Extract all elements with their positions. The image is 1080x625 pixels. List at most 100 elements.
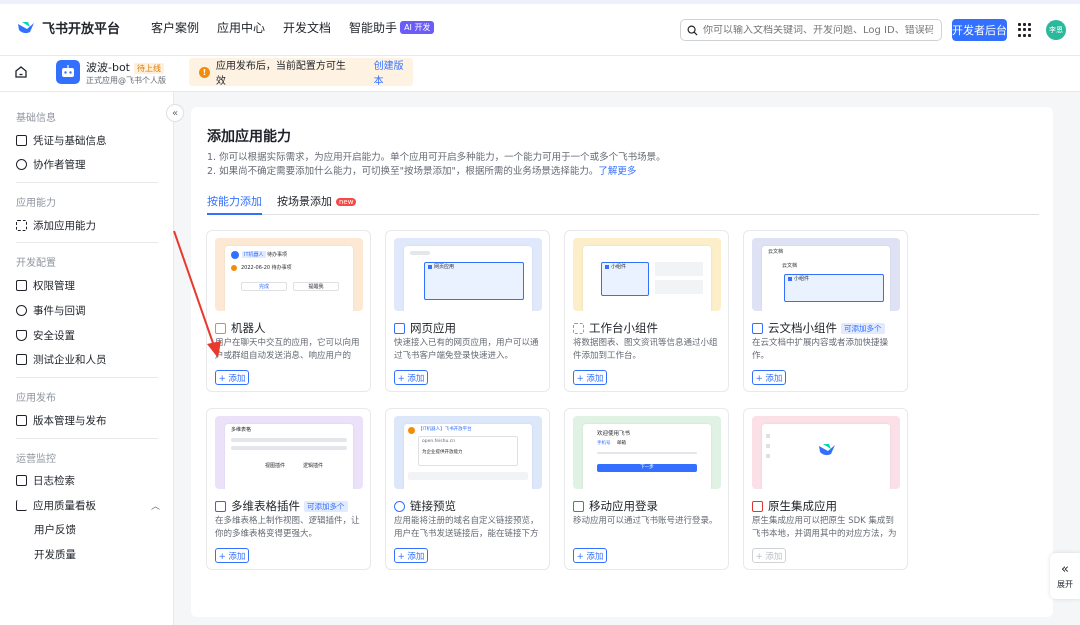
code-icon <box>16 354 27 365</box>
sidebar-item-add-capability[interactable]: 添加应用能力 <box>16 218 96 233</box>
sidebar-item-events[interactable]: 事件与回调 <box>16 303 86 318</box>
tab-by-scenario[interactable]: 按场景添加 new <box>277 193 357 209</box>
mobile-icon <box>573 500 584 512</box>
card-doc-widget[interactable]: 云文档 云文档 小组件 云文档小组件 可添加多个 在云文档中扩展内容或者添加快捷操… <box>743 230 908 392</box>
thumb-link-title: 【IT机器人】飞书开放平台 <box>418 427 472 432</box>
card-robot[interactable]: IT机器人 待办事项 2022-06-20 待办事项 完成 提醒我 机器人 用户… <box>206 230 371 392</box>
sidebar-item-log-search[interactable]: 日志检索 <box>16 473 75 488</box>
card-workplace-widget[interactable]: 小组件 工作台小组件 将数据图表、图文资讯等信息通过小组件添加到工作台。 + 添… <box>564 230 729 392</box>
sidebar-item-label: 凭证与基础信息 <box>33 135 107 147</box>
grid-plus-icon <box>16 220 27 231</box>
doc-widget-thumbnail: 云文档 云文档 小组件 <box>752 238 900 311</box>
card-native-integration[interactable]: 原生集成应用 原生集成应用可以把原生 SDK 集成到飞书本地，并调用其中的对应方… <box>743 408 908 570</box>
apps-grid-icon[interactable] <box>1018 23 1032 37</box>
multi-tag: 可添加多个 <box>841 322 885 334</box>
thumb-bar <box>231 438 347 442</box>
nav-customer-cases[interactable]: 客户案例 <box>151 19 199 36</box>
thumb-placeholder <box>655 280 703 294</box>
sidebar-item-test-tenants[interactable]: 测试企业和人员 <box>16 352 107 367</box>
thumb-link-card: open.feishu.cn 为企业提供开放能力 <box>418 436 518 466</box>
add-workplace-widget-button[interactable]: + 添加 <box>573 370 607 385</box>
add-mobile-login-button[interactable]: + 添加 <box>573 548 607 563</box>
sidebar-item-quality-board[interactable]: 应用质量看板 <box>16 498 96 513</box>
sidebar-item-permissions[interactable]: 权限管理 <box>16 278 75 293</box>
sidebar-item-user-feedback[interactable]: 用户反馈 <box>34 522 76 537</box>
card-title: 网页应用 <box>394 320 456 336</box>
add-robot-button[interactable]: + 添加 <box>215 370 249 385</box>
sidebar-section-publish: 应用发布 <box>16 393 56 404</box>
search-box[interactable] <box>680 19 942 41</box>
card-title-label: 机器人 <box>231 321 266 335</box>
table-icon <box>215 500 226 512</box>
expand-label: 展开 <box>1057 580 1073 589</box>
add-doc-widget-button[interactable]: + 添加 <box>752 370 786 385</box>
card-web-app[interactable]: 网页应用 网页应用 快速接入已有的网页应用，用户可以通过飞书客户端免登录快速进入… <box>385 230 550 392</box>
brand-logo[interactable]: 飞书开放平台 <box>16 18 136 37</box>
expand-panel-button[interactable]: « 展开 <box>1050 553 1080 599</box>
thumb-base-plugin2: 逻辑插件 <box>303 463 324 469</box>
learn-more-link[interactable]: 了解更多 <box>598 166 636 177</box>
add-base-plugin-button[interactable]: + 添加 <box>215 548 249 563</box>
chevron-up-icon[interactable]: ︿ <box>151 499 160 512</box>
card-mobile-login[interactable]: 欢迎使用飞书 手机号 邮箱 下一步 移动应用登录 移动应用可以通过飞书账号进行登… <box>564 408 729 570</box>
card-base-plugin[interactable]: 多维表格 视图插件 逻辑插件 多维表格插件 可添加多个 在多维表格上制作视图、逻辑… <box>206 408 371 570</box>
card-title: 链接预览 <box>394 498 456 514</box>
sidebar-item-label: 添加应用能力 <box>33 220 96 232</box>
multi-tag: 可添加多个 <box>304 500 348 512</box>
sidebar-item-collaborators[interactable]: 协作者管理 <box>16 157 86 172</box>
search-input[interactable] <box>703 24 933 36</box>
thumb-window: 【IT机器人】飞书开放平台 open.feishu.cn 为企业提供开放能力 <box>404 424 532 489</box>
sidebar-divider <box>16 438 158 439</box>
thumb-robot-tag2: 待办事项 <box>267 252 288 258</box>
clock-icon <box>231 265 237 271</box>
page-title: 添加应用能力 <box>207 129 291 145</box>
thumb-widget-label: 小组件 <box>611 264 627 270</box>
app-header: 波波-bot 待上线 正式应用@飞书个人版 ! 应用发布后，当前配置方可生效 创建… <box>0 56 1080 92</box>
create-version-link[interactable]: 创建版本 <box>374 57 413 87</box>
tab-by-scenario-label: 按场景添加 <box>277 195 332 208</box>
sidebar-item-label: 安全设置 <box>33 330 75 342</box>
card-description: 原生集成应用可以把原生 SDK 集成到飞书本地，并调用其中的对应方法，为用户提.… <box>752 516 897 539</box>
nav-dev-docs[interactable]: 开发文档 <box>283 19 331 36</box>
sidebar-item-security[interactable]: 安全设置 <box>16 328 75 343</box>
add-web-app-button[interactable]: + 添加 <box>394 370 428 385</box>
card-title-label: 多维表格插件 <box>231 499 300 513</box>
add-native-integration-button[interactable]: + 添加 <box>752 548 786 563</box>
id-card-icon <box>16 135 27 146</box>
user-avatar[interactable]: 李恩 <box>1046 20 1066 40</box>
double-chevron-left-icon: « <box>1061 562 1069 577</box>
sidebar-divider <box>16 242 158 243</box>
home-icon[interactable] <box>14 65 28 79</box>
sidebar-item-label: 协作者管理 <box>33 159 86 171</box>
nav-app-center[interactable]: 应用中心 <box>217 19 265 36</box>
tab-by-capability[interactable]: 按能力添加 <box>207 193 262 215</box>
thumb-window: IT机器人 待办事项 2022-06-20 待办事项 完成 提醒我 <box>225 246 353 311</box>
add-link-preview-button[interactable]: + 添加 <box>394 548 428 563</box>
base-plugin-thumbnail: 多维表格 视图插件 逻辑插件 <box>215 416 363 489</box>
thumb-widget-block: 小组件 <box>601 262 649 296</box>
app-status-tag: 待上线 <box>134 63 164 74</box>
nav-ai-assistant[interactable]: 智能助手 AI 开发 <box>349 19 435 36</box>
card-title: 移动应用登录 <box>573 498 658 514</box>
thumb-input-bar <box>408 472 528 480</box>
card-title: 原生集成应用 <box>752 498 837 514</box>
sidebar-divider <box>16 377 158 378</box>
thumb-mobile-tab2: 邮箱 <box>617 441 626 446</box>
thumb-webview-block: 网页应用 <box>424 262 524 300</box>
thumb-mobile-tab1: 手机号 <box>597 441 611 446</box>
thumb-base-header: 多维表格 <box>231 427 252 433</box>
robot-icon <box>215 322 226 334</box>
thumb-input-line <box>597 452 697 454</box>
shield-icon <box>16 330 27 341</box>
developer-console-button[interactable]: 开发者后台 <box>952 19 1007 41</box>
sidebar-item-dev-quality[interactable]: 开发质量 <box>34 547 76 562</box>
thumb-link-desc: 为企业提供开放能力 <box>422 450 463 455</box>
sidebar-item-versions[interactable]: 版本管理与发布 <box>16 413 107 428</box>
sidebar-item-label: 权限管理 <box>33 280 75 292</box>
feishu-logo-icon <box>819 444 835 456</box>
card-link-preview[interactable]: 【IT机器人】飞书开放平台 open.feishu.cn 为企业提供开放能力 链… <box>385 408 550 570</box>
collapse-sidebar-icon[interactable]: « <box>166 104 184 122</box>
description-line-2: 2. 如果尚不确定需要添加什么能力，可切换至"按场景添加"，根据所需的业务场景选… <box>207 163 636 177</box>
card-title: 工作台小组件 <box>573 320 658 336</box>
sidebar-item-credentials[interactable]: 凭证与基础信息 <box>16 133 107 148</box>
